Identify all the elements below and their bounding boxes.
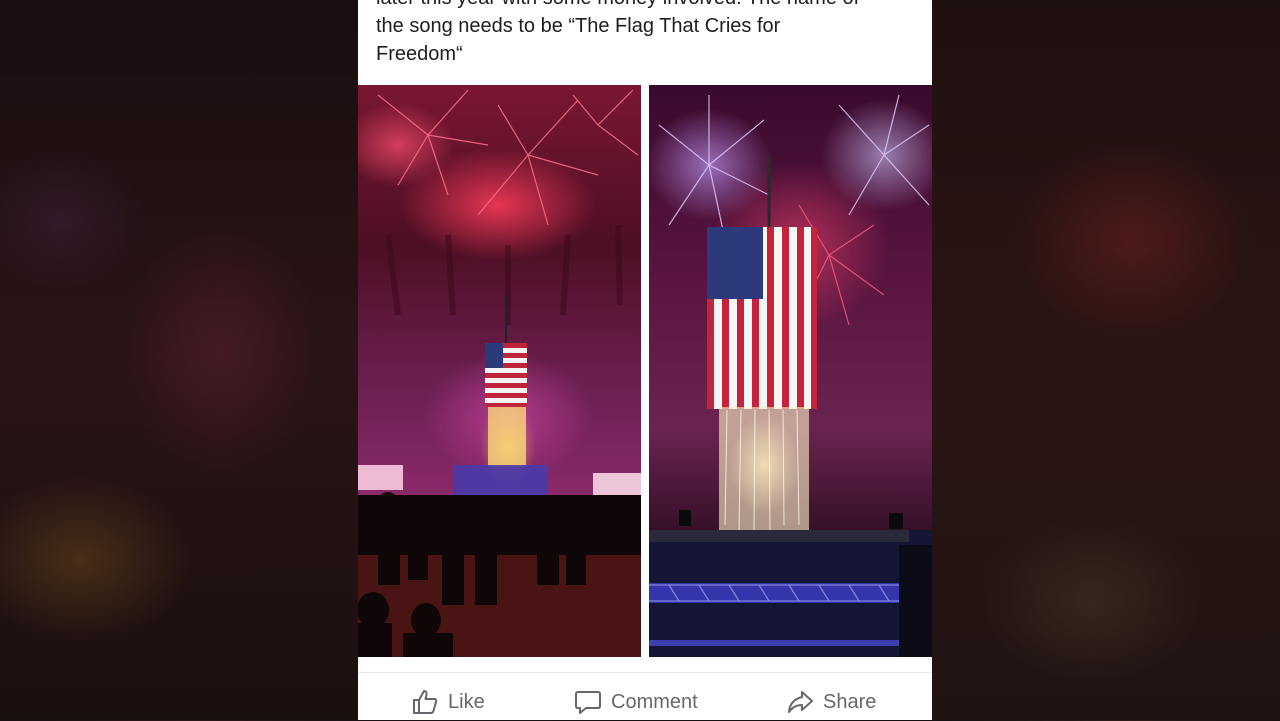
comment-label: Comment [611,690,698,713]
post-text-line: Freedom“ [376,43,463,65]
blurred-background-right [932,0,1280,720]
post-text-line: later this year with some money involved… [376,0,921,12]
like-button[interactable]: Like [410,687,485,717]
blurred-background-left [0,0,358,720]
comment-icon [573,687,603,717]
share-arrow-icon [785,687,815,717]
comment-button[interactable]: Comment [573,687,698,717]
post-actions-bar: Like Comment Share [358,672,932,721]
thumbs-up-icon [410,687,440,717]
like-label: Like [448,690,485,713]
social-post-card: later this year with some money involved… [358,0,932,720]
post-text: later this year with some money involved… [376,0,921,68]
fireworks-flag-stage-image [649,94,932,657]
post-photo-left[interactable] [358,85,641,657]
share-button[interactable]: Share [785,687,876,717]
fireworks-flag-crowd-image [358,89,641,657]
post-photo-right[interactable] [649,85,932,657]
share-label: Share [823,690,877,713]
post-text-line: the song needs to be “The Flag That Crie… [376,15,781,37]
